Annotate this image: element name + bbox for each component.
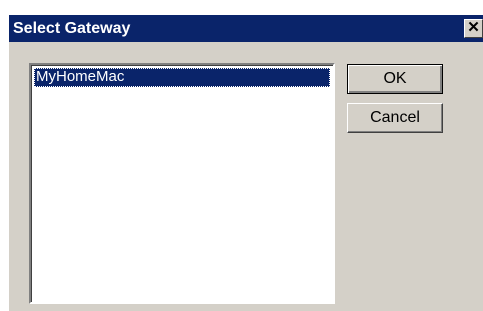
close-button[interactable]: ✕ (464, 19, 483, 38)
gateway-listbox[interactable]: MyHomeMac (29, 63, 335, 304)
dialog-title: Select Gateway (13, 20, 131, 37)
title-bar[interactable]: Select Gateway ✕ (9, 15, 483, 42)
ok-button[interactable]: OK (347, 64, 443, 94)
cancel-button[interactable]: Cancel (347, 103, 443, 133)
list-item[interactable]: MyHomeMac (34, 68, 330, 87)
close-icon: ✕ (467, 19, 480, 36)
select-gateway-dialog: Select Gateway ✕ MyHomeMac OK Cancel (9, 15, 483, 311)
